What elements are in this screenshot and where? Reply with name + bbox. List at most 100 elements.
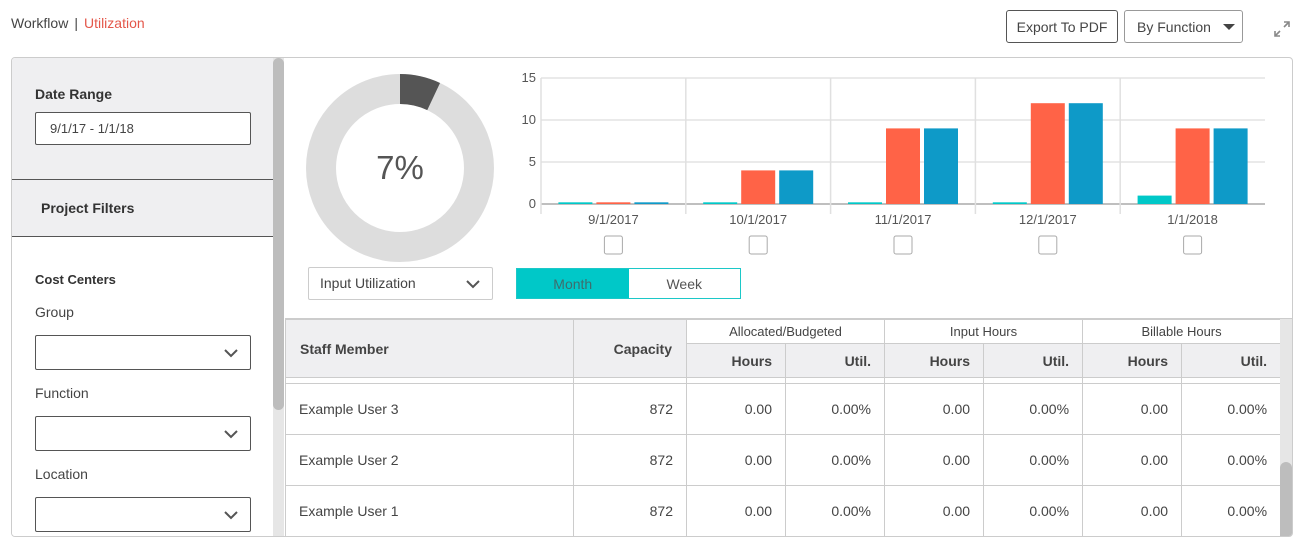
header-group-allocated: Allocated/Budgeted: [685, 318, 886, 345]
x-tick-label: 9/1/2017: [588, 212, 639, 227]
bar: [1137, 195, 1172, 204]
toggle-week[interactable]: Week: [629, 269, 741, 298]
date-range-label: Date Range: [35, 86, 113, 102]
location-select[interactable]: [35, 497, 251, 532]
cell-capacity: 872: [573, 383, 687, 435]
bar: [741, 170, 776, 204]
cell-allocated-util: 0.00%: [784, 383, 886, 435]
main-content: 7% Input Utilization Month Week 0 5 10 15 9/…: [285, 58, 1292, 536]
cell-capacity: 872: [573, 485, 687, 536]
location-label: Location: [35, 466, 88, 482]
header-staff-member[interactable]: Staff Member: [285, 319, 574, 378]
caret-down-icon: [1222, 23, 1235, 30]
cell-billable-util: 0.00%: [1181, 485, 1282, 536]
metric-select-value: Input Utilization: [320, 275, 416, 291]
filter-sidebar: Date Range 9/1/17 - 1/1/18 Project Filte…: [12, 58, 274, 536]
project-filters-section[interactable]: Project Filters: [12, 180, 273, 237]
metric-select[interactable]: Input Utilization: [308, 267, 493, 300]
date-range-input[interactable]: 9/1/17 - 1/1/18: [35, 112, 251, 145]
cell-billable-util: 0.00%: [1181, 383, 1282, 435]
y-tick-label: 0: [529, 196, 536, 211]
cell-billable-hours: 0.00: [1082, 434, 1183, 486]
export-pdf-button[interactable]: Export To PDF: [1006, 10, 1118, 43]
bar: [779, 170, 814, 204]
cell-staff-name: Example User 3: [285, 383, 574, 435]
cell-input-hours: 0.00: [884, 434, 985, 486]
bar: [1175, 128, 1210, 204]
breadcrumb: Workflow | Utilization: [11, 15, 145, 31]
category-checkbox[interactable]: [1183, 235, 1203, 255]
category-checkbox[interactable]: [603, 235, 623, 255]
cell-input-util: 0.00%: [983, 485, 1084, 536]
chevron-down-icon: [224, 349, 238, 358]
chevron-down-icon: [224, 511, 238, 520]
sidebar-scrollbar-thumb[interactable]: [273, 58, 284, 410]
cell-input-hours: 0.00: [884, 485, 985, 536]
cell-staff-name: Example User 1: [285, 485, 574, 536]
bar: [703, 202, 738, 204]
function-select[interactable]: [35, 416, 251, 451]
chevron-down-icon: [224, 430, 238, 439]
donut-filled-arc: [399, 74, 441, 111]
cell-billable-util: 0.00%: [1181, 434, 1282, 486]
table-scrollbar[interactable]: [1280, 319, 1292, 536]
x-tick-label: 1/1/2018: [1167, 212, 1218, 227]
group-label: Group: [35, 304, 74, 320]
expand-arrows-icon[interactable]: [1271, 18, 1293, 40]
chevron-down-icon: [466, 280, 480, 289]
category-checkbox[interactable]: [893, 235, 913, 255]
project-filters-label: Project Filters: [41, 200, 135, 216]
cell-input-util: 0.00%: [983, 383, 1084, 435]
cell-billable-hours: 0.00: [1082, 383, 1183, 435]
table-row[interactable]: Example User 3 872 0.00 0.00% 0.00 0.00% 0.00 0…: [285, 383, 1282, 435]
header-input-hours[interactable]: Hours: [884, 343, 985, 378]
cell-input-hours: 0.00: [884, 383, 985, 435]
cell-billable-hours: 0.00: [1082, 485, 1183, 536]
breadcrumb-current: Utilization: [83, 15, 145, 31]
period-toggle: Month Week: [516, 268, 741, 299]
y-tick-label: 10: [522, 112, 536, 127]
group-by-label: By Function: [1137, 18, 1211, 35]
x-tick-label: 12/1/2017: [1019, 212, 1077, 227]
table-scrollbar-thumb[interactable]: [1280, 462, 1292, 536]
header-allocated-util[interactable]: Util.: [784, 343, 886, 378]
staff-utilization-table: Staff Member Capacity Allocated/Budgeted…: [285, 318, 1282, 536]
header-allocated-hours[interactable]: Hours: [686, 343, 786, 378]
x-tick-label: 11/1/2017: [875, 212, 932, 227]
date-range-section: Date Range 9/1/17 - 1/1/18: [12, 58, 273, 180]
header-billable-util[interactable]: Util.: [1181, 343, 1282, 378]
bar: [596, 202, 631, 204]
bar: [1213, 128, 1248, 204]
sidebar-scrollbar[interactable]: [273, 58, 284, 536]
cell-allocated-util: 0.00%: [784, 434, 886, 486]
x-tick-label: 10/1/2017: [729, 212, 787, 227]
bar: [1068, 103, 1103, 204]
breadcrumb-parent-link[interactable]: Workflow: [11, 15, 68, 31]
header-group-billable: Billable Hours: [1082, 318, 1282, 345]
cell-allocated-hours: 0.00: [686, 485, 786, 536]
cost-centers-title: Cost Centers: [35, 272, 116, 287]
cell-allocated-hours: 0.00: [686, 434, 786, 486]
header-input-util[interactable]: Util.: [983, 343, 1084, 378]
cell-capacity: 872: [573, 434, 687, 486]
table-row[interactable]: Example User 2 872 0.00 0.00% 0.00 0.00% 0.00 0…: [285, 434, 1282, 486]
table-row[interactable]: Example User 1 872 0.00 0.00% 0.00 0.00% 0.00 0…: [285, 485, 1282, 536]
group-by-dropdown[interactable]: By Function: [1124, 10, 1243, 43]
header-capacity[interactable]: Capacity: [573, 319, 687, 378]
bar: [634, 202, 669, 204]
bar: [992, 202, 1027, 204]
category-checkbox[interactable]: [748, 235, 768, 255]
cell-input-util: 0.00%: [983, 434, 1084, 486]
header-billable-hours[interactable]: Hours: [1082, 343, 1183, 378]
group-select[interactable]: [35, 335, 251, 370]
hours-bar-chart: 0 5 10 15 9/1/2017 10/1/2017 11/1/2017 12/1/201…: [522, 70, 1265, 255]
bar: [924, 128, 958, 204]
cell-staff-name: Example User 2: [285, 434, 574, 486]
category-checkbox[interactable]: [1038, 235, 1058, 255]
function-label: Function: [35, 385, 89, 401]
bar: [1030, 103, 1065, 204]
toggle-month[interactable]: Month: [517, 269, 629, 298]
cell-allocated-util: 0.00%: [784, 485, 886, 536]
staff-table-wrapper: Staff Member Capacity Allocated/Budgeted…: [285, 318, 1292, 536]
utilization-panel: Date Range 9/1/17 - 1/1/18 Project Filte…: [11, 57, 1293, 537]
